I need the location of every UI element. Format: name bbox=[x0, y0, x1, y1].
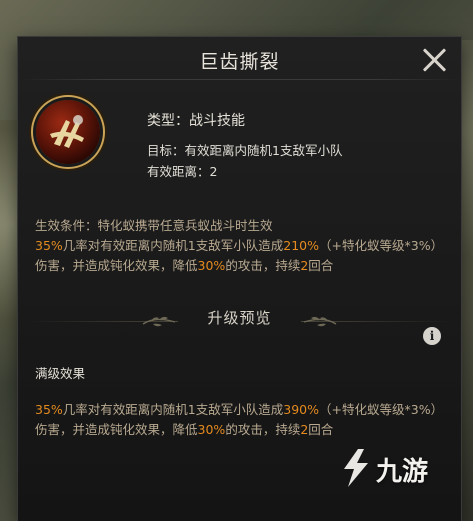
upgrade-preview-title: 升级预览 bbox=[207, 309, 272, 327]
skill-type: 类型：战斗技能 bbox=[147, 113, 245, 129]
attack-reduction-value: 30% bbox=[197, 258, 226, 273]
attack-reduction-value: 30% bbox=[197, 422, 226, 437]
max-level-description: 35%几率对有效距离内随机1支敌军小队造成390%（+特化蚁等级*3%）伤害，并… bbox=[35, 400, 447, 440]
close-button[interactable] bbox=[419, 45, 449, 75]
damage-value: 210% bbox=[283, 238, 320, 253]
max-level-label: 满级效果 bbox=[35, 366, 86, 381]
nine-game-logo-icon bbox=[344, 449, 368, 487]
watermark-logo: 九游 bbox=[338, 445, 448, 497]
desc-text: 回合 bbox=[308, 422, 334, 437]
desc-text: 的攻击，持续 bbox=[225, 258, 301, 273]
desc-text: 几率对有效距离内随机1支敌军小队造成 bbox=[62, 402, 284, 417]
effect-condition: 生效条件：特化蚁携带任意兵蚁战斗时生效 bbox=[35, 218, 273, 233]
chance-value: 35% bbox=[35, 402, 63, 417]
skill-target: 目标：有效距离内随机1支敌军小队 bbox=[147, 143, 343, 158]
title-divider bbox=[18, 79, 461, 80]
desc-text: 回合 bbox=[308, 258, 334, 273]
dialog-title: 巨齿撕裂 bbox=[199, 51, 280, 73]
info-icon[interactable]: i bbox=[423, 327, 441, 345]
effect-description: 35%几率对有效距离内随机1支敌军小队造成210%（+特化蚁等级*3%）伤害，并… bbox=[35, 236, 447, 276]
desc-text: 几率对有效距离内随机1支敌军小队造成 bbox=[62, 238, 284, 253]
chance-value: 35% bbox=[35, 238, 63, 253]
skill-range: 有效距离：2 bbox=[147, 164, 218, 179]
claw-slash-icon bbox=[36, 100, 100, 164]
damage-value: 390% bbox=[283, 402, 320, 417]
watermark-text: 九游 bbox=[376, 457, 429, 487]
desc-text: 的攻击，持续 bbox=[225, 422, 301, 437]
